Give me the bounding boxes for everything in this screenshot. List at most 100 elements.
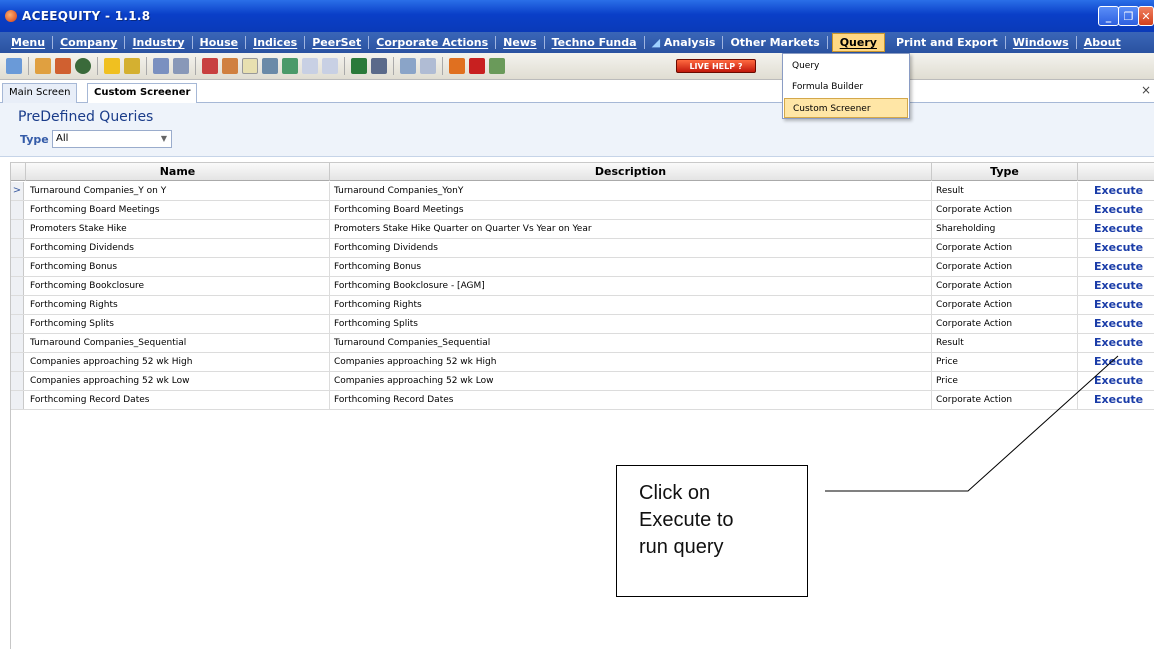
tools-icon[interactable]	[55, 58, 71, 74]
share-icon[interactable]	[35, 58, 51, 74]
execute-button[interactable]: Execute	[1078, 372, 1154, 390]
table-row[interactable]: Turnaround Companies_Sequential Turnaroun…	[11, 334, 1154, 353]
favorites-icon[interactable]	[124, 58, 140, 74]
refresh-icon[interactable]	[75, 58, 91, 74]
execute-button[interactable]: Execute	[1078, 353, 1154, 371]
table-row[interactable]: Forthcoming Bonus Forthcoming Bonus Corpor…	[11, 258, 1154, 277]
toolbar-separator	[442, 57, 443, 75]
table-row[interactable]: Forthcoming Board Meetings Forthcoming Bo…	[11, 201, 1154, 220]
menu-item-company[interactable]: Company	[53, 36, 126, 49]
stop-icon[interactable]	[469, 58, 485, 74]
execute-button[interactable]: Execute	[1078, 220, 1154, 238]
menu-item-news[interactable]: News	[496, 36, 545, 49]
word-icon[interactable]	[302, 58, 318, 74]
execute-button[interactable]: Execute	[1078, 296, 1154, 314]
pdf-icon[interactable]	[202, 58, 218, 74]
menu-item-menu[interactable]: Menu	[4, 36, 54, 49]
row-selector[interactable]	[11, 315, 24, 333]
execute-button[interactable]: Execute	[1078, 315, 1154, 333]
type-select[interactable]: All ▼	[52, 130, 172, 148]
chevron-down-icon: ▼	[160, 134, 167, 143]
alert-icon[interactable]	[449, 58, 465, 74]
cell-description: Forthcoming Bookclosure - [AGM]	[330, 277, 932, 295]
cell-description: Turnaround Companies_YonY	[330, 182, 932, 200]
live-help-button[interactable]: LIVE HELP ?	[676, 59, 756, 73]
table-row[interactable]: > Turnaround Companies_Y on Y Turnaround C…	[11, 182, 1154, 201]
table-row[interactable]: Forthcoming Rights Forthcoming Rights Corp…	[11, 296, 1154, 315]
grid-icon[interactable]	[322, 58, 338, 74]
close-tab-icon[interactable]: ×	[1141, 83, 1151, 97]
row-selector[interactable]	[11, 239, 24, 257]
column-header-name[interactable]: Name	[26, 163, 330, 181]
menu-item-windows[interactable]: Windows	[1006, 36, 1077, 49]
table-row[interactable]: Forthcoming Splits Forthcoming Splits Corp…	[11, 315, 1154, 334]
toolbar-separator	[195, 57, 196, 75]
row-selector[interactable]	[11, 296, 24, 314]
report-icon[interactable]	[262, 58, 278, 74]
star-icon[interactable]	[104, 58, 120, 74]
menu-item-analysis-label: Analysis	[663, 36, 716, 49]
settings-icon[interactable]	[489, 58, 505, 74]
tab-main-screen[interactable]: Main Screen	[2, 83, 78, 103]
menu-item-industry[interactable]: Industry	[125, 36, 193, 49]
page-title: PreDefined Queries	[18, 109, 154, 125]
excel-icon[interactable]	[351, 58, 367, 74]
execute-button[interactable]: Execute	[1078, 182, 1154, 200]
chart-icon[interactable]	[282, 58, 298, 74]
document-icon[interactable]	[242, 58, 258, 74]
menu-item-print-export[interactable]: Print and Export	[889, 36, 1006, 49]
query-menu-item-query[interactable]: Query	[784, 56, 908, 76]
execute-button[interactable]: Execute	[1078, 334, 1154, 352]
query-menu-item-formula-builder[interactable]: Formula Builder	[784, 77, 908, 97]
table-row[interactable]: Companies approaching 52 wk High Companie…	[11, 353, 1154, 372]
cell-name: Companies approaching 52 wk High	[26, 353, 330, 371]
cell-description: Forthcoming Board Meetings	[330, 201, 932, 219]
query-menu-item-custom-screener[interactable]: Custom Screener	[784, 98, 908, 118]
table-row[interactable]: Promoters Stake Hike Promoters Stake Hike…	[11, 220, 1154, 239]
execute-button[interactable]: Execute	[1078, 239, 1154, 257]
analysis-icon: ◢	[651, 36, 664, 49]
row-selector[interactable]	[11, 372, 24, 390]
notes-icon[interactable]	[153, 58, 169, 74]
menu-item-about[interactable]: About	[1077, 36, 1128, 49]
execute-button[interactable]: Execute	[1078, 201, 1154, 219]
window-title: ACEEQUITY - 1.1.8	[22, 9, 151, 23]
menu-item-techno-funda[interactable]: Techno Funda	[545, 36, 645, 49]
instruction-callout: Click on Execute to run query	[616, 465, 808, 597]
restore-icon[interactable]: ❐	[1118, 6, 1139, 26]
row-selector[interactable]	[11, 220, 24, 238]
menu-item-peerset[interactable]: PeerSet	[305, 36, 370, 49]
table-row[interactable]: Forthcoming Record Dates Forthcoming Reco…	[11, 391, 1154, 410]
execute-button[interactable]: Execute	[1078, 277, 1154, 295]
close-icon[interactable]: ✕	[1138, 6, 1154, 26]
execute-button[interactable]: Execute	[1078, 391, 1154, 409]
tab-custom-screener[interactable]: Custom Screener	[87, 83, 198, 104]
row-selector[interactable]	[11, 391, 24, 409]
export-icon[interactable]	[173, 58, 189, 74]
row-selector[interactable]	[11, 258, 24, 276]
menu-item-indices[interactable]: Indices	[246, 36, 306, 49]
table-row[interactable]: Companies approaching 52 wk Low Companies…	[11, 372, 1154, 391]
link-icon[interactable]	[222, 58, 238, 74]
menu-item-other-markets[interactable]: Other Markets	[723, 36, 828, 49]
menu-item-query[interactable]: Query	[831, 33, 885, 52]
minimize-icon[interactable]: _	[1098, 6, 1119, 26]
menu-item-house[interactable]: House	[193, 36, 247, 49]
menu-item-analysis[interactable]: ◢ Analysis	[645, 36, 724, 49]
table-row[interactable]: Forthcoming Dividends Forthcoming Dividen…	[11, 239, 1154, 258]
column-header-description[interactable]: Description	[330, 163, 932, 181]
home-icon[interactable]	[6, 58, 22, 74]
row-selector[interactable]	[11, 277, 24, 295]
filter-clear-icon[interactable]	[420, 58, 436, 74]
table-row[interactable]: Forthcoming Bookclosure Forthcoming Bookc…	[11, 277, 1154, 296]
window-icon[interactable]	[371, 58, 387, 74]
menu-item-corporate-actions[interactable]: Corporate Actions	[369, 36, 497, 49]
row-selector[interactable]	[11, 334, 24, 352]
execute-button[interactable]: Execute	[1078, 258, 1154, 276]
row-selector[interactable]	[11, 353, 24, 371]
filter-icon[interactable]	[400, 58, 416, 74]
row-selector[interactable]	[11, 201, 24, 219]
row-selector[interactable]: >	[11, 182, 24, 200]
cell-name: Forthcoming Splits	[26, 315, 330, 333]
column-header-type[interactable]: Type	[932, 163, 1078, 181]
